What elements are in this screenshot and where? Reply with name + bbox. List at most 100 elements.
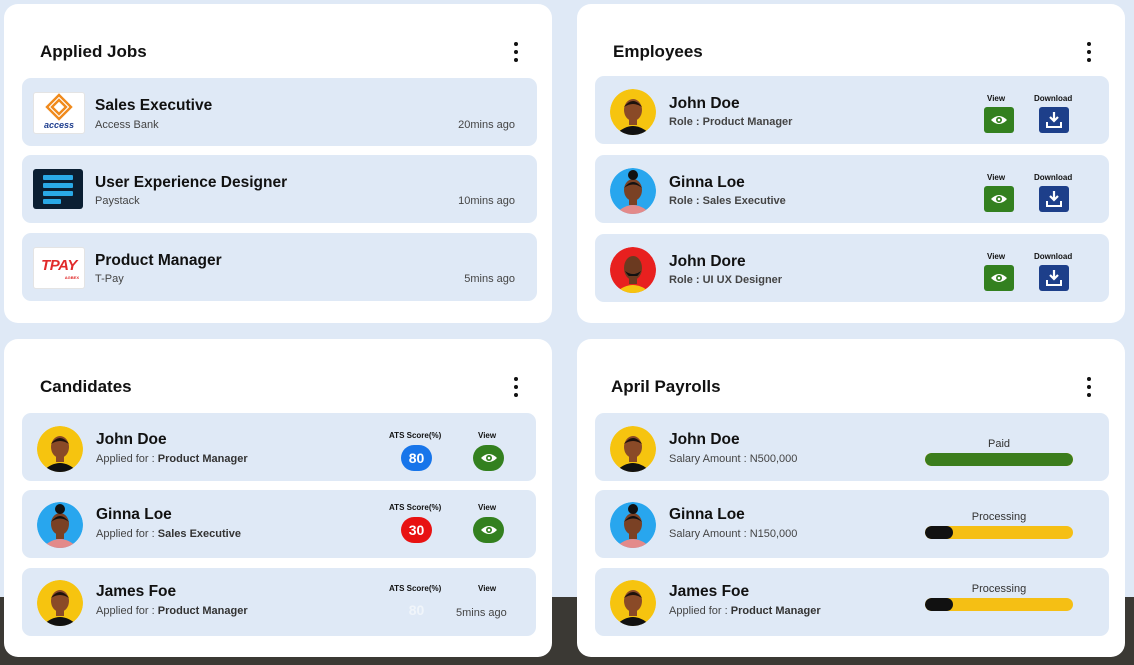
more-options-icon[interactable] [513,42,519,62]
payment-progress-bar [925,526,1073,539]
list-item[interactable]: User Experience Designer Paystack 10mins… [22,155,537,223]
payrolls-card: April Payrolls John Doe Salary Amount : … [577,339,1125,657]
job-title: User Experience Designer [95,174,288,191]
salary-amount: Salary Amount : N150,000 [669,528,798,540]
avatar [610,502,656,548]
progress-fill [925,526,954,539]
ats-score-badge: 80 [408,602,425,618]
download-icon [1046,270,1062,286]
view-label: View [987,173,1006,182]
eye-icon [480,454,497,462]
ats-score-label: ATS Score(%) [389,584,442,593]
overlay-time: 5mins ago [456,607,507,619]
view-button[interactable] [984,107,1014,133]
more-options-icon[interactable] [1086,377,1092,397]
download-button[interactable] [1039,265,1069,291]
applied-jobs-card: Applied Jobs access Sales Executive Acce… [4,4,552,323]
avatar [610,426,656,472]
card-title: Candidates [40,377,132,396]
employee-name: John Doe [669,95,740,112]
view-label: View [987,252,1006,261]
progress-fill [925,598,954,611]
download-label: Download [1034,173,1073,182]
avatar [610,580,656,626]
view-label: View [987,94,1006,103]
candidate-name: James Foe [96,583,177,600]
download-icon [1046,112,1062,128]
avatar [610,168,656,214]
employee-row: Ginna Loe Role : Sales Executive View Do… [595,155,1109,223]
applied-for: Applied for : Product Manager [669,605,821,617]
download-button[interactable] [1039,107,1069,133]
eye-icon [991,195,1007,203]
view-label: View [478,431,497,440]
employee-role: Role : UI UX Designer [669,274,783,286]
company-name: Paystack [95,195,140,207]
payment-progress-bar [925,453,1073,466]
ats-score-label: ATS Score(%) [389,503,442,512]
salary-amount: Salary Amount : N500,000 [669,453,798,465]
candidate-row: John Doe Applied for : Product Manager A… [22,413,536,481]
ats-score-badge: 30 [401,517,432,543]
ats-score-label: ATS Score(%) [389,431,442,440]
more-options-icon[interactable] [513,377,519,397]
view-button[interactable] [473,517,504,543]
applied-for: Applied for : Sales Executive [96,528,241,540]
employee-name: James Foe [669,583,750,600]
employee-name: John Dore [669,253,746,270]
applied-for: Applied for : Product Manager [96,453,248,465]
candidate-name: John Doe [96,431,167,448]
download-label: Download [1034,252,1073,261]
download-icon [1046,191,1062,207]
list-item[interactable]: access Sales Executive Access Bank 20min… [22,78,537,146]
avatar [37,426,83,472]
view-label: View [478,503,497,512]
avatar [610,247,656,293]
list-item[interactable]: TPAY AGBEX Product Manager T-Pay 5mins a… [22,233,537,301]
eye-icon [991,116,1007,124]
job-title: Product Manager [95,252,222,269]
employee-role: Role : Product Manager [669,116,793,128]
more-options-icon[interactable] [1086,42,1092,62]
view-button[interactable] [473,445,504,471]
view-label: View [478,584,497,593]
job-title: Sales Executive [95,97,213,114]
company-name: Access Bank [95,119,159,131]
employee-name: Ginna Loe [669,174,745,191]
tpay-logo: TPAY AGBEX [33,247,85,289]
employee-row: John Doe Role : Product Manager View Dow… [595,76,1109,144]
payment-progress-bar [925,598,1073,611]
employee-name: John Doe [669,431,740,448]
card-title: Applied Jobs [40,42,147,61]
avatar [610,89,656,135]
eye-icon [991,274,1007,282]
view-button[interactable] [984,265,1014,291]
download-label: Download [1034,94,1073,103]
applied-for: Applied for : Product Manager [96,605,248,617]
card-title: Employees [613,42,703,61]
card-title: April Payrolls [611,377,721,396]
payment-status: Processing [971,511,1027,523]
candidates-card: Candidates John Doe Applied for : Produc… [4,339,552,657]
candidate-row: James Foe Applied for : Product Manager … [22,568,536,636]
download-button[interactable] [1039,186,1069,212]
avatar [37,580,83,626]
avatar [37,502,83,548]
ats-score-badge: 80 [401,445,432,471]
employee-role: Role : Sales Executive [669,195,786,207]
posted-time: 10mins ago [458,195,515,207]
paystack-logo [33,169,83,209]
company-name: T-Pay [95,273,124,285]
employees-card: Employees John Doe Role : Product Manage… [577,4,1125,323]
payment-status: Paid [987,438,1011,450]
access-bank-logo: access [33,92,85,134]
view-button[interactable] [984,186,1014,212]
candidate-name: Ginna Loe [96,506,172,523]
employee-row: John Dore Role : UI UX Designer View Dow… [595,234,1109,302]
posted-time: 5mins ago [464,273,515,285]
payroll-row: Ginna Loe Salary Amount : N150,000 Proce… [595,490,1109,558]
payment-status: Processing [971,583,1027,595]
posted-time: 20mins ago [458,119,515,131]
payroll-row: James Foe Applied for : Product Manager … [595,568,1109,636]
candidate-row: Ginna Loe Applied for : Sales Executive … [22,490,536,558]
